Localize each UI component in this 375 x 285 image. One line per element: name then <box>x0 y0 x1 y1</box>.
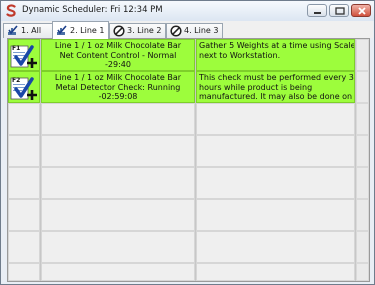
grid-cell <box>356 199 369 231</box>
grid-cell <box>356 71 369 103</box>
close-button[interactable] <box>351 4 371 17</box>
grid-cell <box>8 231 40 263</box>
row-1-note[interactable]: Gather 5 Weights at a time using Scale ne… <box>196 39 355 71</box>
grid-cell <box>196 263 355 281</box>
grid-cell <box>41 167 195 199</box>
no-entry-icon <box>113 25 125 37</box>
grid-cell <box>196 167 355 199</box>
grid-cell <box>356 103 369 135</box>
tab-label: 3. Line 2 <box>127 26 162 35</box>
schedule-grid: F1 Line 1 / 1 oz Milk Chocolate Bar Net C… <box>7 38 370 282</box>
grid-cell <box>196 103 355 135</box>
row-note-text: This check must be performed every 3 hour… <box>199 73 354 101</box>
grid-cell <box>8 199 40 231</box>
scheduler-window: Dynamic Scheduler: Fri 12:34 PM 1. All 2… <box>0 0 375 285</box>
row-note-text: Gather 5 Weights at a time using Scale ne… <box>199 41 354 60</box>
grid-cell <box>8 135 40 167</box>
tab-line-2[interactable]: 3. Line 2 <box>109 23 166 38</box>
tab-line-3[interactable]: 4. Line 3 <box>166 23 223 38</box>
tab-label: 4. Line 3 <box>184 26 219 35</box>
grid-cell <box>196 199 355 231</box>
tab-all[interactable]: 1. All <box>3 23 53 38</box>
tab-line-1[interactable]: 2. Line 1 <box>52 21 109 39</box>
grid-cell <box>41 135 195 167</box>
maximize-button[interactable] <box>329 4 349 17</box>
row-key: F2 <box>12 77 20 84</box>
grid-cell <box>41 231 195 263</box>
minimize-icon <box>314 12 321 14</box>
grid-cell <box>356 39 369 71</box>
add-check-icon: F1 <box>10 45 37 68</box>
scale-check-icon <box>57 25 67 35</box>
grid-cell <box>41 199 195 231</box>
row-1-icon-cell[interactable]: F1 <box>8 39 40 71</box>
maximize-icon <box>335 7 345 15</box>
window-title: Dynamic Scheduler: Fri 12:34 PM <box>22 5 163 15</box>
row-key: F1 <box>12 45 20 52</box>
grid-cell <box>8 263 40 281</box>
grid-cell <box>356 263 369 281</box>
tab-label: 2. Line 1 <box>70 26 105 35</box>
grid-cell <box>41 263 195 281</box>
row-2-icon-cell[interactable]: F2 <box>8 71 40 103</box>
app-logo-icon <box>6 4 16 17</box>
title-bar[interactable]: Dynamic Scheduler: Fri 12:34 PM <box>1 1 374 21</box>
row-2-description[interactable]: Line 1 / 1 oz Milk Chocolate Bar Metal De… <box>41 71 195 103</box>
grid-cell <box>356 135 369 167</box>
grid-cell <box>356 167 369 199</box>
no-entry-icon <box>170 25 182 37</box>
grid-cell <box>41 103 195 135</box>
row-1-description[interactable]: Line 1 / 1 oz Milk Chocolate Bar Net Cont… <box>41 39 195 71</box>
row-description-text: Line 1 / 1 oz Milk Chocolate Bar Net Cont… <box>54 41 182 69</box>
add-check-icon: F2 <box>10 77 37 100</box>
grid-cell <box>196 135 355 167</box>
row-description-text: Line 1 / 1 oz Milk Chocolate Bar Metal De… <box>54 73 182 101</box>
grid-cell <box>8 103 40 135</box>
close-icon <box>358 7 366 15</box>
grid-cell <box>196 231 355 263</box>
row-2-note[interactable]: This check must be performed every 3 hour… <box>196 71 355 103</box>
grid-cell <box>356 231 369 263</box>
tab-label: 1. All <box>21 26 42 35</box>
grid-cell <box>8 167 40 199</box>
minimize-button[interactable] <box>307 4 327 17</box>
scale-check-icon <box>8 25 18 35</box>
